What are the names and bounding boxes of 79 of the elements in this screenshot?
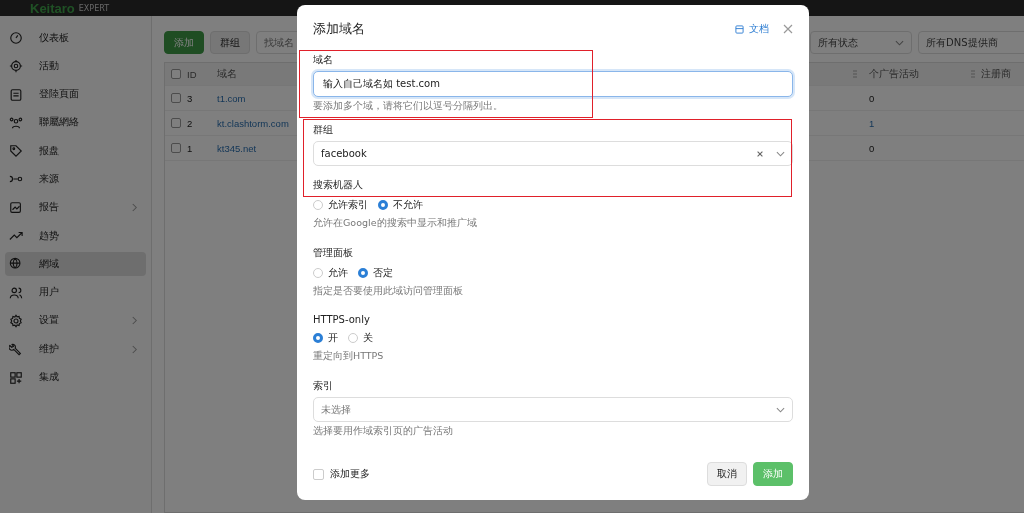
- sidebar-item[interactable]: 设置: [5, 308, 146, 333]
- sidebar-item[interactable]: 报告: [5, 195, 146, 220]
- dns-filter[interactable]: 所有DNS提供商: [918, 31, 1024, 54]
- dialog-title: 添加域名: [313, 20, 366, 38]
- add-button[interactable]: 添加: [164, 31, 204, 54]
- field-hint: 允许在Google的搜索中显示和推广域: [313, 217, 478, 230]
- chevron-icon: [895, 39, 904, 46]
- table-cell-text: 0: [868, 92, 876, 104]
- add-more-option[interactable]: 添加更多: [313, 467, 370, 481]
- column-header[interactable]: ID: [187, 68, 217, 80]
- sidebar-item[interactable]: 網域: [5, 252, 146, 277]
- group-button[interactable]: 群组: [210, 31, 250, 54]
- field-label: HTTPS-only: [313, 314, 371, 325]
- wrench-icon: [9, 342, 23, 357]
- table-cell-text: 0: [868, 142, 876, 154]
- radio-option[interactable]: 开: [313, 331, 338, 345]
- campaigns-link[interactable]: 1: [865, 117, 971, 129]
- checkbox[interactable]: [171, 143, 181, 153]
- sidebar-item[interactable]: 集成: [5, 365, 146, 390]
- field-hint: 要添加多个域，请将它们以逗号分隔列出。: [313, 100, 504, 113]
- field-label: 索引: [313, 379, 334, 393]
- sidebar-item[interactable]: 报盘: [5, 139, 146, 164]
- docs-link[interactable]: 文档: [735, 22, 769, 36]
- cancel-button[interactable]: 取消: [707, 462, 747, 486]
- radio-button[interactable]: [358, 268, 368, 278]
- field-hint: 选择要用作域索引页的广告活动: [313, 425, 454, 438]
- chevron-icon: [776, 406, 785, 413]
- radio-option[interactable]: 否定: [358, 266, 393, 280]
- page-icon: [9, 87, 23, 102]
- status-filter[interactable]: 所有状态: [810, 31, 912, 54]
- checkbox[interactable]: [313, 468, 324, 480]
- chevron-icon: [776, 150, 785, 157]
- sidebar-item[interactable]: 趋势: [5, 224, 146, 249]
- chevron-icon: [131, 344, 138, 354]
- edition-label: EXPERT: [78, 3, 110, 13]
- gear-icon: [9, 313, 23, 328]
- sidebar-item[interactable]: 用户: [5, 280, 146, 305]
- tag-icon: [9, 144, 23, 159]
- sidebar-item[interactable]: 聯屬網絡: [5, 110, 146, 135]
- checkbox[interactable]: [171, 69, 181, 79]
- table-cell-text: 2: [187, 117, 194, 129]
- sidebar-item[interactable]: 活動: [5, 54, 146, 79]
- radio-option[interactable]: 允许索引: [313, 198, 368, 212]
- globe-icon: [9, 257, 23, 272]
- clear-icon[interactable]: [756, 149, 764, 158]
- checkbox[interactable]: [171, 118, 181, 128]
- book-icon: [735, 24, 744, 34]
- radio-option[interactable]: 不允许: [378, 198, 423, 212]
- people-icon: [9, 115, 23, 130]
- radio-button[interactable]: [378, 200, 388, 210]
- target-icon: [9, 59, 23, 74]
- field-hint: 指定是否要使用此域访问管理面板: [313, 285, 464, 298]
- grid-plus-icon: [9, 370, 23, 385]
- chevron-icon: [131, 316, 138, 326]
- close-icon[interactable]: [783, 24, 793, 34]
- sidebar-item[interactable]: 登陸頁面: [5, 82, 146, 107]
- sidebar-item[interactable]: 维护: [5, 337, 146, 362]
- select-field[interactable]: 未选择: [313, 397, 793, 422]
- table-cell-text: 1: [187, 142, 194, 154]
- field-hint: 重定向到HTTPS: [313, 350, 385, 363]
- sidebar-item[interactable]: 来源: [5, 167, 146, 192]
- column-header[interactable]: 注册商: [981, 67, 1024, 81]
- chart-icon: [9, 200, 23, 215]
- table-cell-text: 3: [187, 92, 194, 104]
- select-field[interactable]: facebook: [313, 141, 793, 166]
- radio-option[interactable]: 关: [348, 331, 373, 345]
- field-label: 群组: [313, 123, 334, 137]
- radio-option[interactable]: 允许: [313, 266, 348, 280]
- radio-button[interactable]: [313, 333, 323, 343]
- gauge-icon: [9, 31, 23, 45]
- domain-input[interactable]: 输入自己域名如 test.com: [313, 71, 793, 97]
- field-label: 域名: [313, 53, 334, 67]
- field-label: 管理面板: [313, 246, 354, 260]
- checkbox[interactable]: [171, 93, 181, 103]
- sidebar-item[interactable]: 仪表板: [5, 26, 146, 50]
- users-icon: [9, 285, 23, 300]
- column-header[interactable]: 个广告活动: [865, 67, 971, 81]
- chevron-icon: [131, 203, 138, 213]
- field-label: 搜索机器人: [313, 178, 364, 192]
